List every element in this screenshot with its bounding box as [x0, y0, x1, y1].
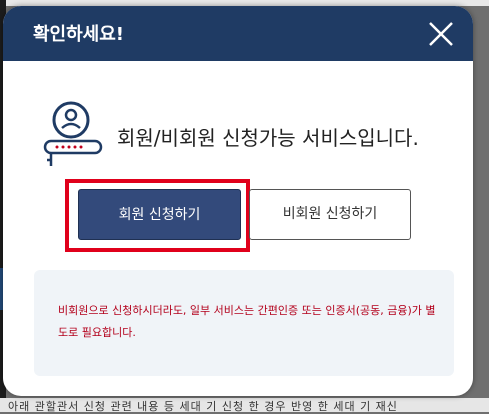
notice-text: 비회원으로 신청하시더라도, 일부 서비스는 간편인증 또는 인증서(공동, 금…	[58, 304, 436, 339]
info-row: 회원/비회원 신청가능 서비스입니다.	[37, 98, 457, 168]
close-button[interactable]	[423, 16, 459, 52]
confirm-modal: 확인하세요! 회원/비회원 신청가능 서비스입니다. 회원 신청하기 비회원 신…	[3, 6, 473, 396]
modal-title: 확인하세요!	[33, 24, 125, 45]
info-text: 회원/비회원 신청가능 서비스입니다.	[117, 126, 419, 150]
notice-box: 비회원으로 신청하시더라도, 일부 서비스는 간편인증 또는 인증서(공동, 금…	[34, 270, 454, 376]
close-icon	[429, 22, 453, 46]
user-login-icon	[43, 101, 103, 166]
nonmember-apply-button[interactable]: 비회원 신청하기	[249, 189, 411, 240]
member-apply-button[interactable]: 회원 신청하기	[78, 189, 241, 240]
modal-header: 확인하세요!	[3, 6, 473, 61]
